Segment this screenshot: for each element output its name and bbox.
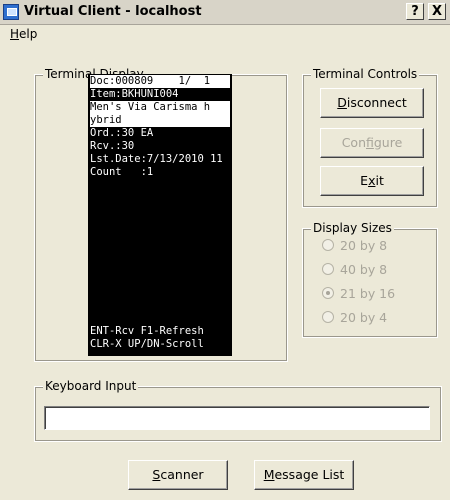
window-title: Virtual Client - localhost [24, 4, 202, 19]
exit-label-pre: E [360, 173, 369, 188]
message-list-label: essage List [274, 467, 345, 482]
display-sizes-legend: Display Sizes [311, 221, 394, 235]
display-size-label: 20 by 8 [340, 238, 388, 253]
terminal-controls-legend: Terminal Controls [311, 67, 420, 81]
scanner-button[interactable]: Scanner [128, 460, 228, 490]
exit-label-post: it [375, 173, 384, 188]
terminal-line: Ord.:30 EA [90, 127, 154, 139]
display-size-label: 20 by 4 [340, 310, 388, 325]
radio-button[interactable] [322, 239, 334, 251]
app-window-icon [3, 4, 19, 20]
terminal-line: Item:BKHUNI004 [90, 88, 179, 100]
radio-button[interactable] [322, 263, 334, 275]
radio-button[interactable] [322, 311, 334, 323]
close-button[interactable]: X [428, 3, 446, 20]
disconnect-mnemonic: D [337, 95, 347, 110]
terminal-screen[interactable]: Doc:000809 1/ 1 Item:BKHUNI004 Men's Via… [88, 74, 232, 356]
radio-button-selected[interactable] [322, 287, 334, 299]
menu-help[interactable]: Help [10, 27, 37, 41]
display-size-label: 40 by 8 [340, 262, 388, 277]
scanner-label: canner [160, 467, 204, 482]
terminal-line: ybrid [90, 114, 230, 127]
configure-label-post: igure [373, 135, 403, 150]
display-size-label: 21 by 16 [340, 286, 396, 301]
configure-button[interactable]: Configure [320, 128, 424, 158]
message-list-mnemonic: M [263, 467, 275, 482]
terminal-footer-line: CLR-X UP/DN-Scroll [90, 338, 204, 350]
exit-button[interactable]: Exit [320, 166, 424, 196]
terminal-line: Count :1 [90, 166, 154, 178]
keyboard-input-legend: Keyboard Input [43, 379, 139, 393]
configure-mnemonic: f [366, 135, 374, 150]
terminal-footer-line: ENT-Rcv F1-Refresh [90, 325, 204, 337]
configure-label-pre: Con [341, 135, 366, 150]
title-bar[interactable]: Virtual Client - localhost ? X [0, 0, 450, 25]
terminal-line: Men's Via Carisma h [90, 101, 230, 114]
terminal-line: Rcv.:30 [90, 140, 135, 152]
terminal-line: Lst.Date:7/13/2010 11 [90, 153, 223, 165]
terminal-line: Doc:000809 1/ 1 [90, 75, 230, 88]
message-list-button[interactable]: Message List [254, 460, 354, 490]
menu-help-label: elp [19, 27, 38, 41]
help-button[interactable]: ? [406, 3, 424, 20]
keyboard-input-field[interactable] [44, 406, 430, 430]
menu-help-mnemonic: H [10, 27, 20, 41]
disconnect-label: isconnect [346, 95, 407, 110]
disconnect-button[interactable]: Disconnect [320, 88, 424, 118]
menu-bar: Help [0, 24, 450, 44]
